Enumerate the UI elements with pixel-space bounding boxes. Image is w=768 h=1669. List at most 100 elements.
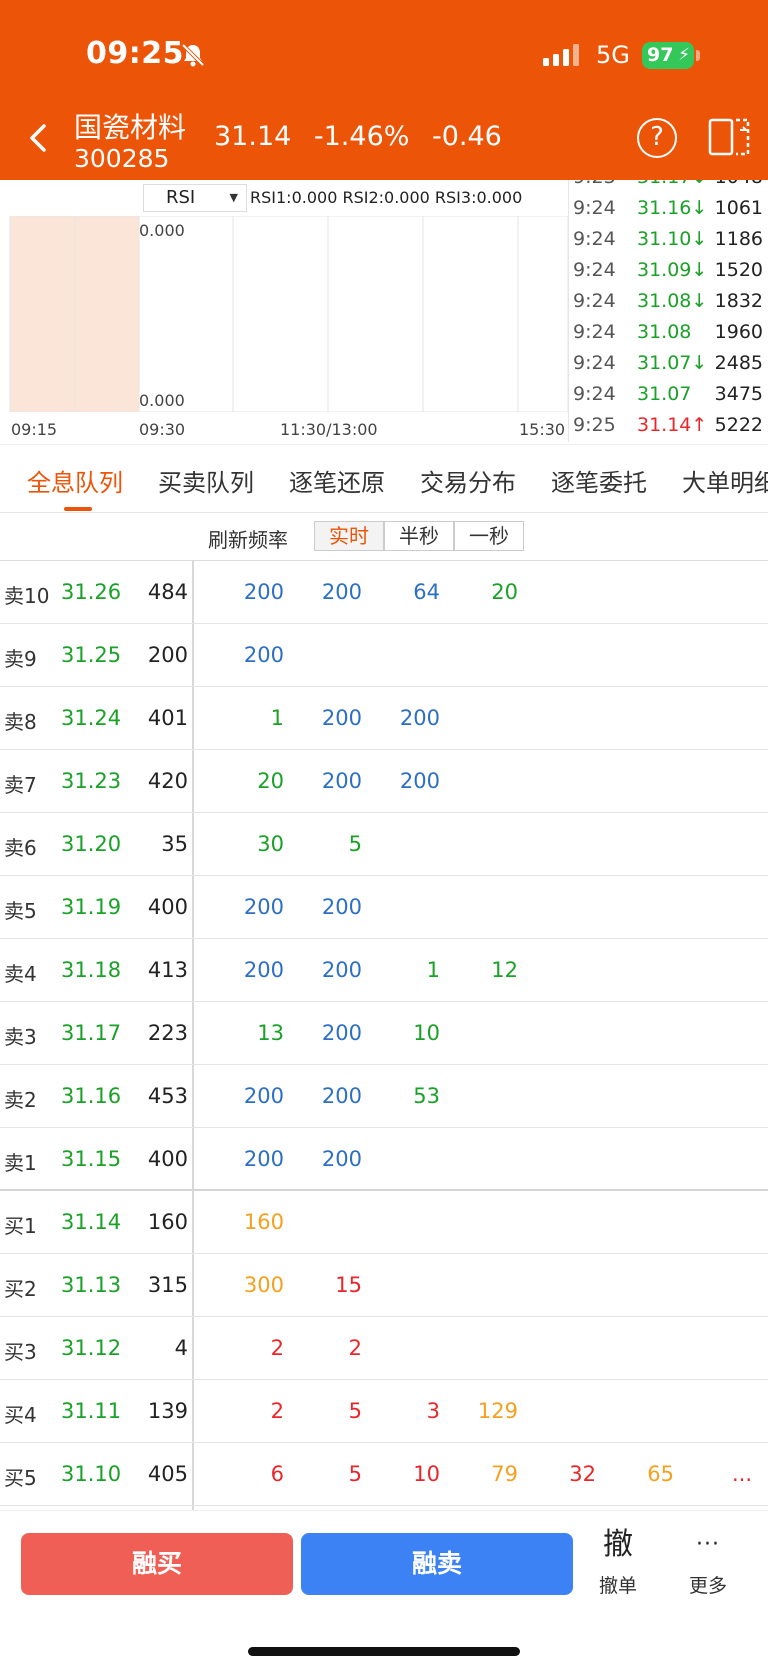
cancel-order-icon: 撤 (603, 1527, 633, 1562)
level-price: 31.11 (61, 1399, 122, 1423)
tick-time: 9:24 (573, 290, 616, 312)
queue-order: 10 (413, 1021, 440, 1045)
tab-large-orders[interactable]: 大单明细 (682, 463, 768, 498)
level-label: 卖1 (4, 1151, 37, 1175)
level-price: 31.15 (61, 1147, 122, 1171)
tick-volume: 1048 (715, 180, 763, 188)
tick-price: 31.09↓ (637, 259, 708, 281)
tab-tick-restore[interactable]: 逐笔还原 (289, 463, 385, 498)
order-book-row[interactable]: 买2 31.13 315 300 15 (0, 1254, 768, 1317)
cancel-order-button[interactable]: 撤 撤单 (590, 1527, 646, 1607)
back-arrow-icon[interactable] (22, 118, 56, 158)
status-bar: 09:25 5G 97 ⚡ (0, 0, 768, 100)
battery-tip (696, 50, 700, 61)
time-label: 11:30/13:00 (280, 420, 378, 439)
level-price: 31.18 (61, 958, 122, 982)
level-price: 31.16 (61, 1084, 122, 1108)
order-book-row[interactable]: 卖6 31.20 35 30 5 (0, 813, 768, 876)
queue-order: 200 (243, 1084, 284, 1108)
level-label: 卖5 (4, 899, 37, 923)
change-amount: -0.46 (432, 121, 502, 152)
order-book-row[interactable]: 买4 31.11 139 2 5 3 129 (0, 1380, 768, 1443)
order-book-row[interactable]: 买5 31.10 405 6 5 10 79 32 65 ... (0, 1443, 768, 1506)
tab-trade-distribution[interactable]: 交易分布 (420, 463, 516, 498)
tick-list[interactable]: 9:23 31.17↓ 1048 9:24 31.16↓ 1061 9:24 3… (568, 180, 768, 442)
tick-row: 9:23 31.17↓ 1048 (569, 180, 768, 197)
change-percent: -1.46% (313, 121, 410, 152)
tick-volume: 1960 (714, 321, 763, 343)
margin-sell-button[interactable]: 融卖 (301, 1533, 573, 1595)
level-volume: 315 (147, 1273, 188, 1297)
level-volume: 400 (147, 895, 188, 919)
order-book-row[interactable]: 卖10 31.26 484 200 200 64 20 (0, 561, 768, 624)
queue-order: 1 (270, 706, 284, 730)
tab-bid-ask-queue[interactable]: 买卖队列 (158, 463, 254, 498)
level-label: 买5 (4, 1466, 37, 1490)
tick-row: 9:24 31.10↓ 1186 (569, 228, 768, 259)
home-indicator[interactable] (248, 1647, 520, 1656)
queue-order: 12 (491, 958, 518, 982)
tick-price: 31.17↓ (637, 180, 707, 188)
tick-price: 31.08 (637, 321, 692, 343)
help-button[interactable]: ? (637, 118, 677, 158)
level-volume: 420 (147, 769, 188, 793)
order-book-row[interactable]: 卖8 31.24 401 1 200 200 (0, 687, 768, 750)
level-label: 卖2 (4, 1088, 37, 1112)
level-label: 卖3 (4, 1025, 37, 1049)
level-price: 31.13 (61, 1273, 122, 1297)
queue-order: 53 (413, 1084, 440, 1108)
tab-full-queue[interactable]: 全息队列 (27, 463, 123, 498)
order-book-row[interactable]: 卖3 31.17 223 13 200 10 (0, 1002, 768, 1065)
refresh-half-second-button[interactable]: 半秒 (384, 521, 454, 551)
queue-more-indicator[interactable]: ... (672, 1462, 752, 1486)
level-price: 31.10 (61, 1462, 122, 1486)
level-label: 卖7 (4, 773, 37, 797)
network-type: 5G (596, 41, 630, 69)
layout-switch-icon[interactable] (708, 116, 752, 158)
margin-buy-button[interactable]: 融买 (21, 1533, 293, 1595)
order-book-row[interactable]: 卖9 31.25 200 200 (0, 624, 768, 687)
queue-order: 10 (413, 1462, 440, 1486)
order-book-row[interactable]: 卖4 31.18 413 200 200 1 12 (0, 939, 768, 1002)
indicator-select[interactable]: RSI ▼ (143, 184, 247, 212)
tab-tick-orders[interactable]: 逐笔委托 (551, 463, 647, 498)
order-book-row[interactable]: 卖7 31.23 420 20 200 200 (0, 750, 768, 813)
order-book-row[interactable]: 买1 31.14 160 160 (0, 1191, 768, 1254)
order-book-row[interactable]: 卖5 31.19 400 200 200 (0, 876, 768, 939)
refresh-realtime-button[interactable]: 实时 (314, 521, 384, 551)
level-volume: 200 (147, 643, 188, 667)
refresh-one-second-button[interactable]: 一秒 (454, 521, 524, 551)
stock-name: 国瓷材料 (74, 111, 187, 144)
more-label: 更多 (688, 1575, 727, 1597)
queue-order: 20 (491, 580, 518, 604)
queue-order: 300 (243, 1273, 284, 1297)
quote-summary: 31.14 -1.46% -0.46 (214, 121, 516, 152)
rsi-chart: RSI ▼ RSI1:0.000 RSI2:0.000 RSI3:0.000 0… (0, 180, 568, 442)
queue-order: 200 (321, 958, 362, 982)
tick-row: 9:24 31.08 1960 (569, 321, 768, 352)
level-price: 31.23 (61, 769, 122, 793)
signal-icon (543, 44, 579, 66)
more-button[interactable]: ··· 更多 (680, 1527, 736, 1607)
level-label: 卖8 (4, 710, 37, 734)
tick-volume: 1061 (714, 197, 763, 219)
queue-order: 6 (270, 1462, 284, 1486)
detail-tabs: 全息队列 买卖队列 逐笔还原 交易分布 逐笔委托 大单明细 (0, 444, 768, 512)
level-label: 买1 (4, 1214, 37, 1238)
queue-order: 13 (257, 1021, 284, 1045)
time-label: 09:30 (139, 420, 186, 439)
level-label: 买2 (4, 1277, 37, 1301)
order-book-row[interactable]: 卖1 31.15 400 200 200 (0, 1128, 768, 1191)
queue-order: 32 (569, 1462, 596, 1486)
level-price: 31.20 (61, 832, 122, 856)
level-volume: 160 (147, 1210, 188, 1234)
queue-order: 3 (426, 1399, 440, 1423)
muted-bell-icon (181, 43, 205, 67)
active-tab-indicator (64, 507, 92, 511)
order-book-row[interactable]: 卖2 31.16 453 200 200 53 (0, 1065, 768, 1128)
queue-order: 200 (243, 958, 284, 982)
queue-order: 1 (426, 958, 440, 982)
order-book-row[interactable]: 买3 31.12 4 2 2 (0, 1317, 768, 1380)
clock: 09:25 (86, 36, 184, 71)
battery-level: 97 (647, 44, 674, 66)
